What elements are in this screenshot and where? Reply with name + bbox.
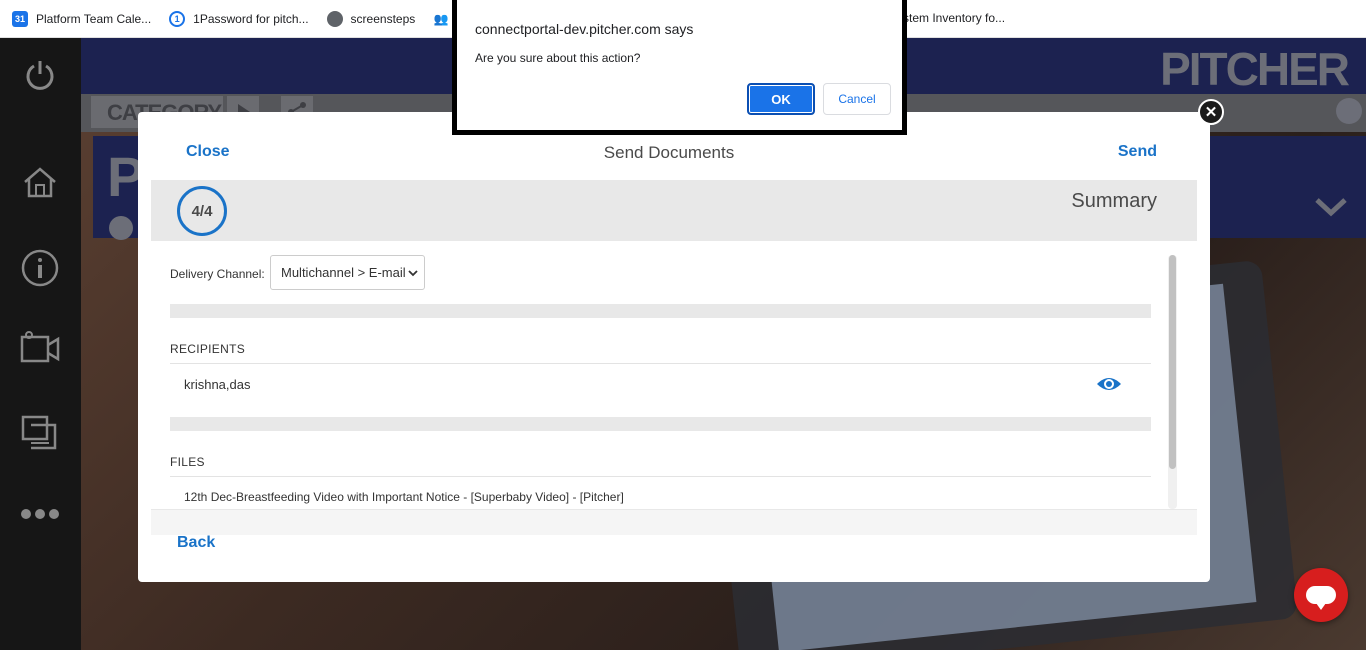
calendar-icon: 31	[12, 10, 28, 27]
help-icon[interactable]	[1336, 98, 1362, 124]
power-icon[interactable]	[20, 55, 60, 95]
modal-title: Send Documents	[603, 143, 735, 162]
dialog-message: Are you sure about this action?	[475, 51, 641, 65]
1password-icon: 1	[169, 10, 186, 27]
divider	[170, 476, 1151, 477]
home-icon[interactable]	[20, 162, 60, 202]
recipient-row: krishna,das	[184, 377, 251, 392]
delivery-channel-label: Delivery Channel:	[170, 267, 265, 281]
step-title: Summary	[1071, 190, 1157, 212]
recipients-header: RECIPIENTS	[170, 342, 246, 356]
back-button[interactable]: Back	[177, 534, 215, 552]
chevron-down-icon[interactable]	[1314, 196, 1348, 223]
bookmark-platform-team-calendar[interactable]: 31 Platform Team Cale...	[12, 10, 152, 27]
file-row: 12th Dec-Breastfeeding Video with Import…	[184, 490, 624, 504]
step-indicator: 4/4	[177, 186, 227, 236]
section-separator	[170, 304, 1151, 318]
calendar-badge-icon	[109, 216, 133, 240]
step-header: 4/4 Summary	[151, 180, 1197, 241]
divider	[170, 363, 1151, 364]
info-icon[interactable]	[20, 248, 60, 288]
delivery-channel-select[interactable]: Multichannel > E-mail	[270, 255, 425, 290]
send-button[interactable]: Send	[1118, 143, 1157, 161]
overlay-close-icon[interactable]: ✕	[1198, 99, 1224, 125]
eye-icon[interactable]	[1096, 375, 1122, 398]
ok-button[interactable]: OK	[747, 83, 815, 115]
stacked-windows-icon[interactable]	[20, 413, 60, 453]
people-icon: 👥	[433, 10, 450, 27]
bookmark-label: 1Password for pitch...	[193, 11, 309, 26]
chat-bubble-inner	[1306, 586, 1336, 610]
bookmark-system-inventory[interactable]: stem Inventory fo...	[903, 11, 1005, 25]
content-scrollbar[interactable]	[1168, 255, 1177, 509]
summary-content: Delivery Channel: Multichannel > E-mail …	[170, 255, 1151, 509]
bookmark-screensteps[interactable]: screensteps	[326, 10, 416, 27]
bookmark-label: screensteps	[350, 11, 416, 26]
cancel-button[interactable]: Cancel	[823, 83, 891, 115]
globe-icon	[326, 10, 343, 27]
section-separator	[170, 417, 1151, 431]
app-sidebar	[0, 38, 81, 650]
confirm-dialog: connectportal-dev.pitcher.com says Are y…	[452, 0, 907, 135]
modal-footer	[151, 509, 1197, 535]
bookmark-1password[interactable]: 1 1Password for pitch...	[169, 10, 309, 27]
dialog-title: connectportal-dev.pitcher.com says	[475, 21, 694, 37]
scrollbar-thumb[interactable]	[1169, 255, 1176, 469]
brand-logo: PITCHER	[1160, 43, 1350, 95]
delivery-channel-value: Multichannel > E-mail	[281, 265, 406, 280]
more-icon[interactable]	[20, 494, 60, 534]
chat-bubble-icon[interactable]	[1294, 568, 1348, 622]
video-camera-icon[interactable]	[20, 328, 60, 368]
send-documents-modal: Close Send Documents Send 4/4 Summary De…	[138, 112, 1210, 582]
bookmark-label: Platform Team Cale...	[36, 11, 152, 26]
chevron-down-icon	[408, 270, 418, 277]
files-header: FILES	[170, 455, 205, 469]
